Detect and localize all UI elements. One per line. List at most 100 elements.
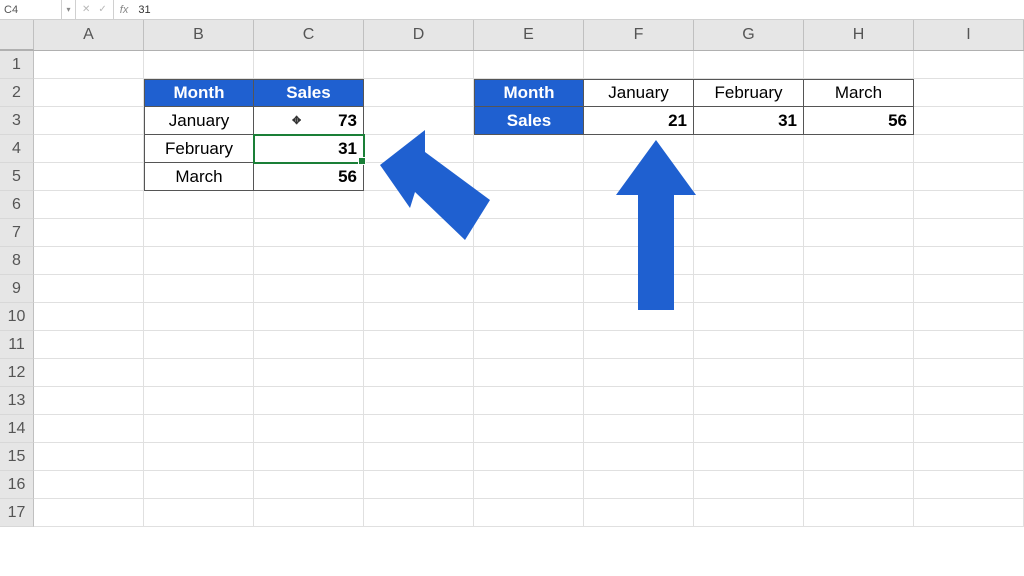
cell-I7[interactable] — [914, 219, 1024, 247]
cell-B5[interactable]: March — [144, 163, 254, 191]
select-all-corner[interactable] — [0, 20, 34, 50]
cell-D16[interactable] — [364, 471, 474, 499]
cell-H12[interactable] — [804, 359, 914, 387]
cell-C4[interactable]: 31 — [254, 135, 364, 163]
cell-I12[interactable] — [914, 359, 1024, 387]
name-box-dropdown-icon[interactable]: ▾ — [62, 0, 76, 19]
cell-B15[interactable] — [144, 443, 254, 471]
cell-D9[interactable] — [364, 275, 474, 303]
cell-G17[interactable] — [694, 499, 804, 527]
row-header-7[interactable]: 7 — [0, 219, 34, 247]
cell-H16[interactable] — [804, 471, 914, 499]
cell-G12[interactable] — [694, 359, 804, 387]
cell-D10[interactable] — [364, 303, 474, 331]
cell-F12[interactable] — [584, 359, 694, 387]
cell-I17[interactable] — [914, 499, 1024, 527]
row-header-13[interactable]: 13 — [0, 387, 34, 415]
cell-E16[interactable] — [474, 471, 584, 499]
cell-E4[interactable] — [474, 135, 584, 163]
cell-I16[interactable] — [914, 471, 1024, 499]
cell-F7[interactable] — [584, 219, 694, 247]
cell-E8[interactable] — [474, 247, 584, 275]
cell-C10[interactable] — [254, 303, 364, 331]
cell-F10[interactable] — [584, 303, 694, 331]
row-header-3[interactable]: 3 — [0, 107, 34, 135]
cell-G13[interactable] — [694, 387, 804, 415]
cell-F17[interactable] — [584, 499, 694, 527]
cell-I6[interactable] — [914, 191, 1024, 219]
cancel-icon[interactable]: ✕ — [82, 4, 90, 15]
cell-E10[interactable] — [474, 303, 584, 331]
cell-I3[interactable] — [914, 107, 1024, 135]
cell-F14[interactable] — [584, 415, 694, 443]
cell-I15[interactable] — [914, 443, 1024, 471]
cell-B17[interactable] — [144, 499, 254, 527]
cell-D6[interactable] — [364, 191, 474, 219]
cell-F5[interactable] — [584, 163, 694, 191]
cell-A15[interactable] — [34, 443, 144, 471]
cell-E11[interactable] — [474, 331, 584, 359]
cell-C2[interactable]: Sales — [254, 79, 364, 107]
cell-E17[interactable] — [474, 499, 584, 527]
row-header-15[interactable]: 15 — [0, 443, 34, 471]
row-header-1[interactable]: 1 — [0, 51, 34, 79]
row-header-14[interactable]: 14 — [0, 415, 34, 443]
col-header-F[interactable]: F — [584, 20, 694, 50]
cell-H10[interactable] — [804, 303, 914, 331]
row-header-8[interactable]: 8 — [0, 247, 34, 275]
cell-F3[interactable]: 21 — [584, 107, 694, 135]
cell-C11[interactable] — [254, 331, 364, 359]
cell-G4[interactable] — [694, 135, 804, 163]
cell-A5[interactable] — [34, 163, 144, 191]
cell-E6[interactable] — [474, 191, 584, 219]
confirm-icon[interactable]: ✓ — [98, 4, 106, 15]
cell-B8[interactable] — [144, 247, 254, 275]
cell-A11[interactable] — [34, 331, 144, 359]
cell-A12[interactable] — [34, 359, 144, 387]
cell-A8[interactable] — [34, 247, 144, 275]
cell-E2[interactable]: Month — [474, 79, 584, 107]
cell-F2[interactable]: January — [584, 79, 694, 107]
row-header-11[interactable]: 11 — [0, 331, 34, 359]
cell-B13[interactable] — [144, 387, 254, 415]
cell-A1[interactable] — [34, 51, 144, 79]
cell-H4[interactable] — [804, 135, 914, 163]
row-header-2[interactable]: 2 — [0, 79, 34, 107]
cell-C1[interactable] — [254, 51, 364, 79]
cell-D12[interactable] — [364, 359, 474, 387]
cell-C5[interactable]: 56 — [254, 163, 364, 191]
cell-A17[interactable] — [34, 499, 144, 527]
cell-E9[interactable] — [474, 275, 584, 303]
cell-B3[interactable]: January — [144, 107, 254, 135]
col-header-C[interactable]: C — [254, 20, 364, 50]
cell-H17[interactable] — [804, 499, 914, 527]
row-header-16[interactable]: 16 — [0, 471, 34, 499]
cell-C16[interactable] — [254, 471, 364, 499]
cell-D14[interactable] — [364, 415, 474, 443]
cell-A10[interactable] — [34, 303, 144, 331]
cell-I8[interactable] — [914, 247, 1024, 275]
cell-C15[interactable] — [254, 443, 364, 471]
cell-H2[interactable]: March — [804, 79, 914, 107]
cell-D2[interactable] — [364, 79, 474, 107]
cell-F13[interactable] — [584, 387, 694, 415]
cell-F6[interactable] — [584, 191, 694, 219]
cell-H9[interactable] — [804, 275, 914, 303]
cell-G10[interactable] — [694, 303, 804, 331]
cell-G1[interactable] — [694, 51, 804, 79]
cell-G7[interactable] — [694, 219, 804, 247]
cell-H6[interactable] — [804, 191, 914, 219]
cell-B11[interactable] — [144, 331, 254, 359]
row-header-17[interactable]: 17 — [0, 499, 34, 527]
cell-B7[interactable] — [144, 219, 254, 247]
cell-E1[interactable] — [474, 51, 584, 79]
cell-B9[interactable] — [144, 275, 254, 303]
cell-F1[interactable] — [584, 51, 694, 79]
cell-C13[interactable] — [254, 387, 364, 415]
cell-G14[interactable] — [694, 415, 804, 443]
cell-C17[interactable] — [254, 499, 364, 527]
row-header-12[interactable]: 12 — [0, 359, 34, 387]
col-header-A[interactable]: A — [34, 20, 144, 50]
cell-H15[interactable] — [804, 443, 914, 471]
cell-I11[interactable] — [914, 331, 1024, 359]
